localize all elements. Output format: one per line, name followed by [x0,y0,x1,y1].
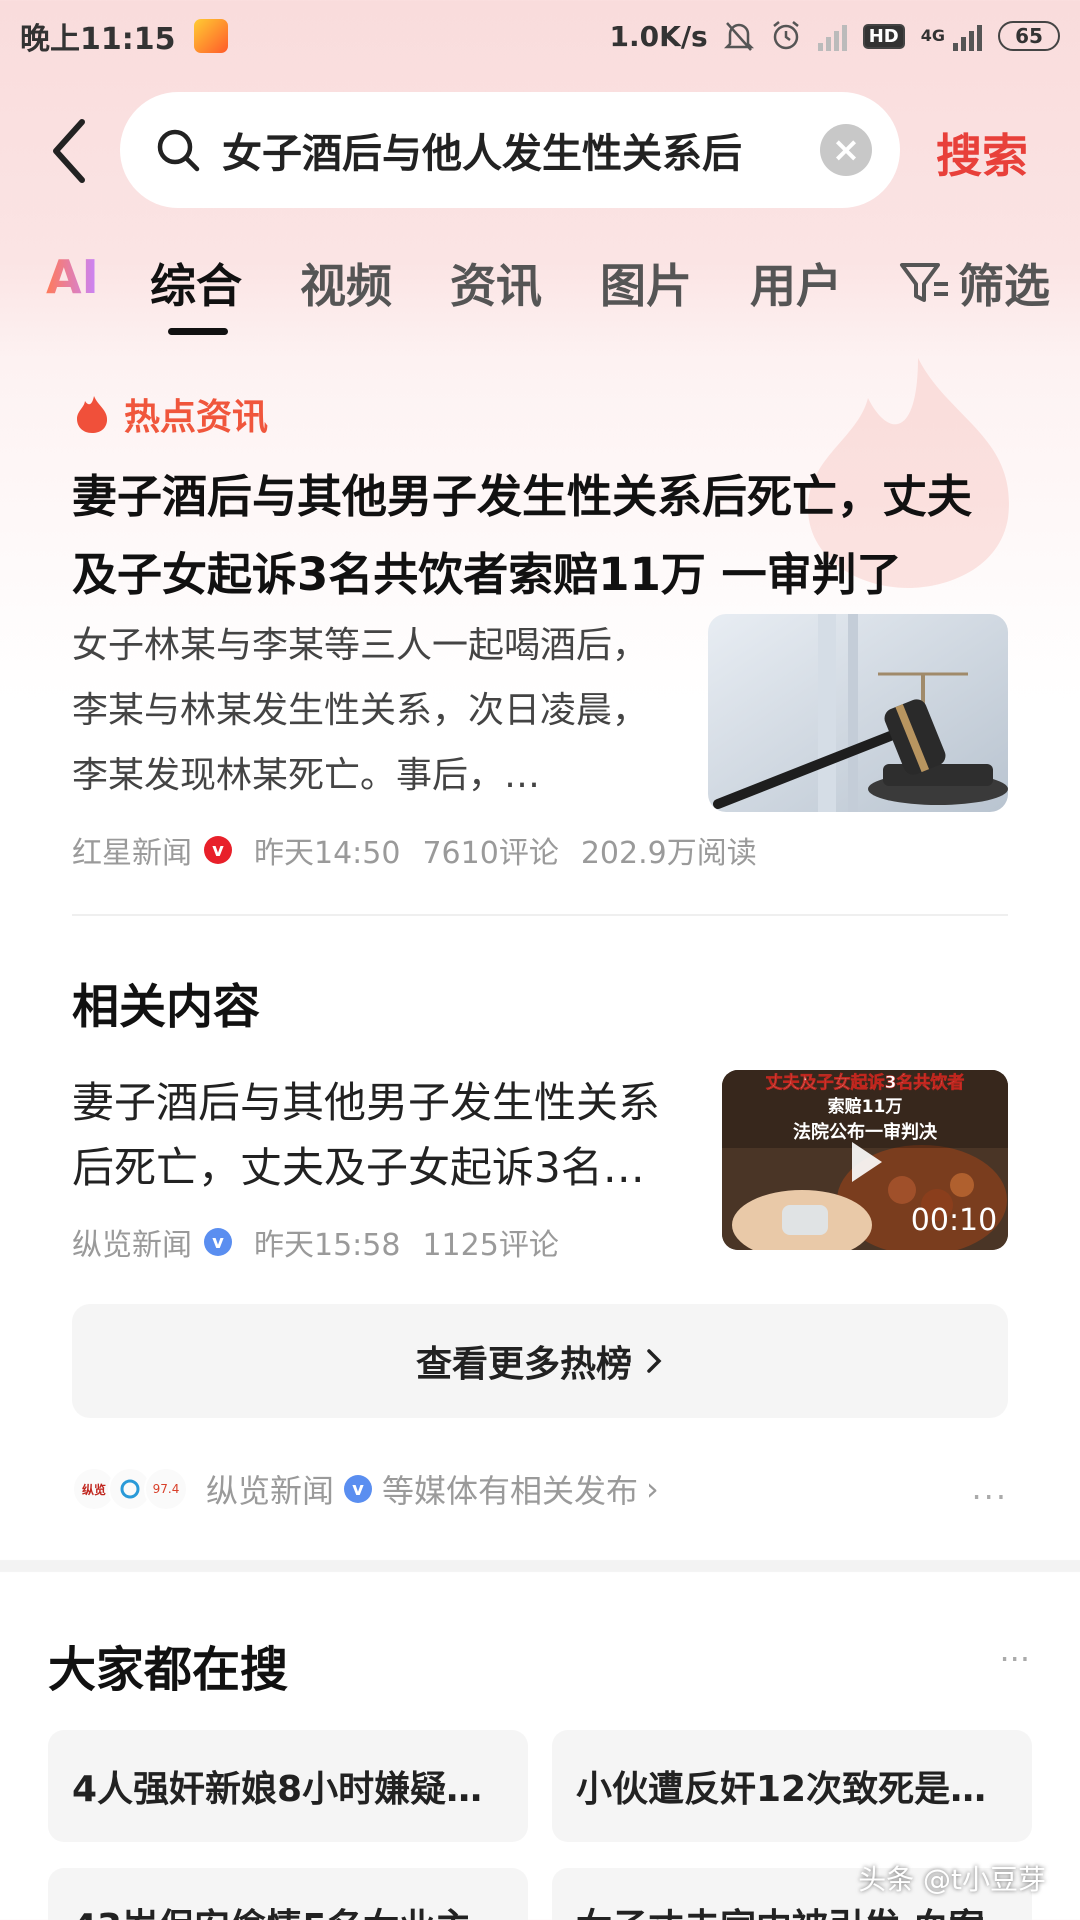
media-publish-line[interactable]: 纵览 97.4 纵览新闻 v 等媒体有相关发布 › [72,1466,659,1512]
verified-icon: v [204,1228,232,1256]
tab-images[interactable]: 图片 [600,250,692,316]
news-source[interactable]: 红星新闻 [72,828,192,872]
tab-video[interactable]: 视频 [300,250,392,316]
status-time: 晚上11:15 [20,22,176,57]
active-tab-indicator [168,328,228,335]
media-logos: 纵览 97.4 [72,1467,188,1511]
hot-news-header[interactable]: 热点资讯 [74,388,268,440]
related-comments: 1125评论 [422,1228,559,1263]
clear-icon[interactable]: × [820,124,872,176]
related-meta: 纵览新闻 v 昨天15:58 1125评论 [72,1220,559,1264]
watermark: 头条 @t小豆芽 [858,1863,1046,1896]
tab-ai[interactable]: AI [46,250,99,304]
thumb-caption-1: 丈夫及子女起诉3名共饮者 [766,1072,965,1093]
related-header: 相关内容 [72,980,260,1035]
divider [72,914,1008,916]
mute-bell-icon [723,20,754,52]
chevron-right-icon [647,1349,662,1373]
news-thumbnail[interactable] [708,614,1008,812]
everyone-search-header: 大家都在搜 [48,1642,289,1698]
media-source: 纵览新闻 [206,1472,335,1510]
hd-icon: HD [862,23,905,49]
tab-users[interactable]: 用户 [750,250,842,316]
related-source[interactable]: 纵览新闻 [72,1220,192,1264]
result-card: 热点资讯 妻子酒后与其他男子发生性关系后死亡，丈夫及子女起诉3名共饮者索赔11万… [52,348,1028,1558]
more-hot-list-label: 查看更多热榜 [415,1344,632,1385]
suggestion-chip[interactable]: 4人强奸新娘8小时嫌疑… [48,1730,528,1842]
suggestion-chip[interactable]: 43岁保安偷情5名女业主 [48,1868,528,1920]
suggestion-chip[interactable]: 小伙遭反奸12次致死是… [552,1730,1032,1842]
filter-icon [900,263,948,302]
video-frame-image: 丈夫及子女起诉3名共饮者 索赔11万 法院公布一审判决 00:10 [722,1070,1008,1250]
search-query[interactable]: 女子酒后与他人发生性关系后 [222,121,810,179]
network-type: 4G [920,26,945,45]
verified-icon: v [204,836,232,864]
news-summary[interactable]: 女子林某与李某等三人一起喝酒后，李某与林某发生性关系，次日凌晨，李某发现林某死亡… [72,613,662,808]
search-icon [157,129,200,172]
chevron-left-icon [53,119,85,183]
wifi-signal-icon [817,21,847,51]
thumb-caption-3: 法院公布一审判决 [793,1121,938,1143]
alarm-icon [770,20,802,52]
gavel-image [708,614,1008,812]
flame-icon [77,396,108,433]
related-time: 昨天15:58 [254,1228,401,1263]
media-suffix: 等媒体有相关发布 [382,1472,639,1510]
status-bar: 晚上11:15 1.0K/s HD 4G 65 [0,0,1080,72]
filter-button[interactable]: 筛选 [898,250,1050,316]
related-video-thumbnail[interactable]: 丈夫及子女起诉3名共饮者 索赔11万 法院公布一审判决 00:10 [722,1070,1008,1250]
more-hot-list-button[interactable]: 查看更多热榜 [72,1304,1008,1418]
news-reads: 202.9万阅读 [580,836,757,871]
media-logo: 97.4 [144,1467,188,1511]
search-input[interactable]: 女子酒后与他人发生性关系后 × [120,92,900,208]
news-comments: 7610评论 [422,836,559,871]
more-options-icon[interactable]: ··· [971,1478,1008,1516]
thumb-caption-2: 索赔11万 [828,1096,903,1117]
hot-news-label: 热点资讯 [124,397,269,438]
related-title[interactable]: 妻子酒后与其他男子发生性关系后死亡，丈夫及子女起诉3名… [72,1070,672,1200]
tab-bar: AI 综合 视频 资讯 图片 用户 筛选 [0,250,1080,340]
chevron-right-icon: › [646,1470,659,1508]
filter-label: 筛选 [958,259,1050,313]
back-button[interactable] [46,116,96,186]
news-time: 昨天14:50 [254,836,401,871]
video-duration: 00:10 [911,1203,997,1238]
verified-icon: v [344,1475,373,1503]
tab-news[interactable]: 资讯 [450,250,542,316]
battery-indicator: 65 [998,21,1060,51]
news-meta: 红星新闻 v 昨天14:50 7610评论 202.9万阅读 [72,828,757,872]
cell-signal-icon [953,21,982,51]
status-right: 1.0K/s HD 4G 65 [610,20,1060,53]
tab-comprehensive[interactable]: 综合 [150,250,242,316]
app-notification-icon [193,19,228,53]
net-speed: 1.0K/s [609,19,708,53]
more-options-icon[interactable]: ··· [999,1640,1030,1678]
search-button[interactable]: 搜索 [936,120,1028,186]
news-title[interactable]: 妻子酒后与其他男子发生性关系后死亡，丈夫及子女起诉3名共饮者索赔11万 一审判了 [72,458,1012,614]
